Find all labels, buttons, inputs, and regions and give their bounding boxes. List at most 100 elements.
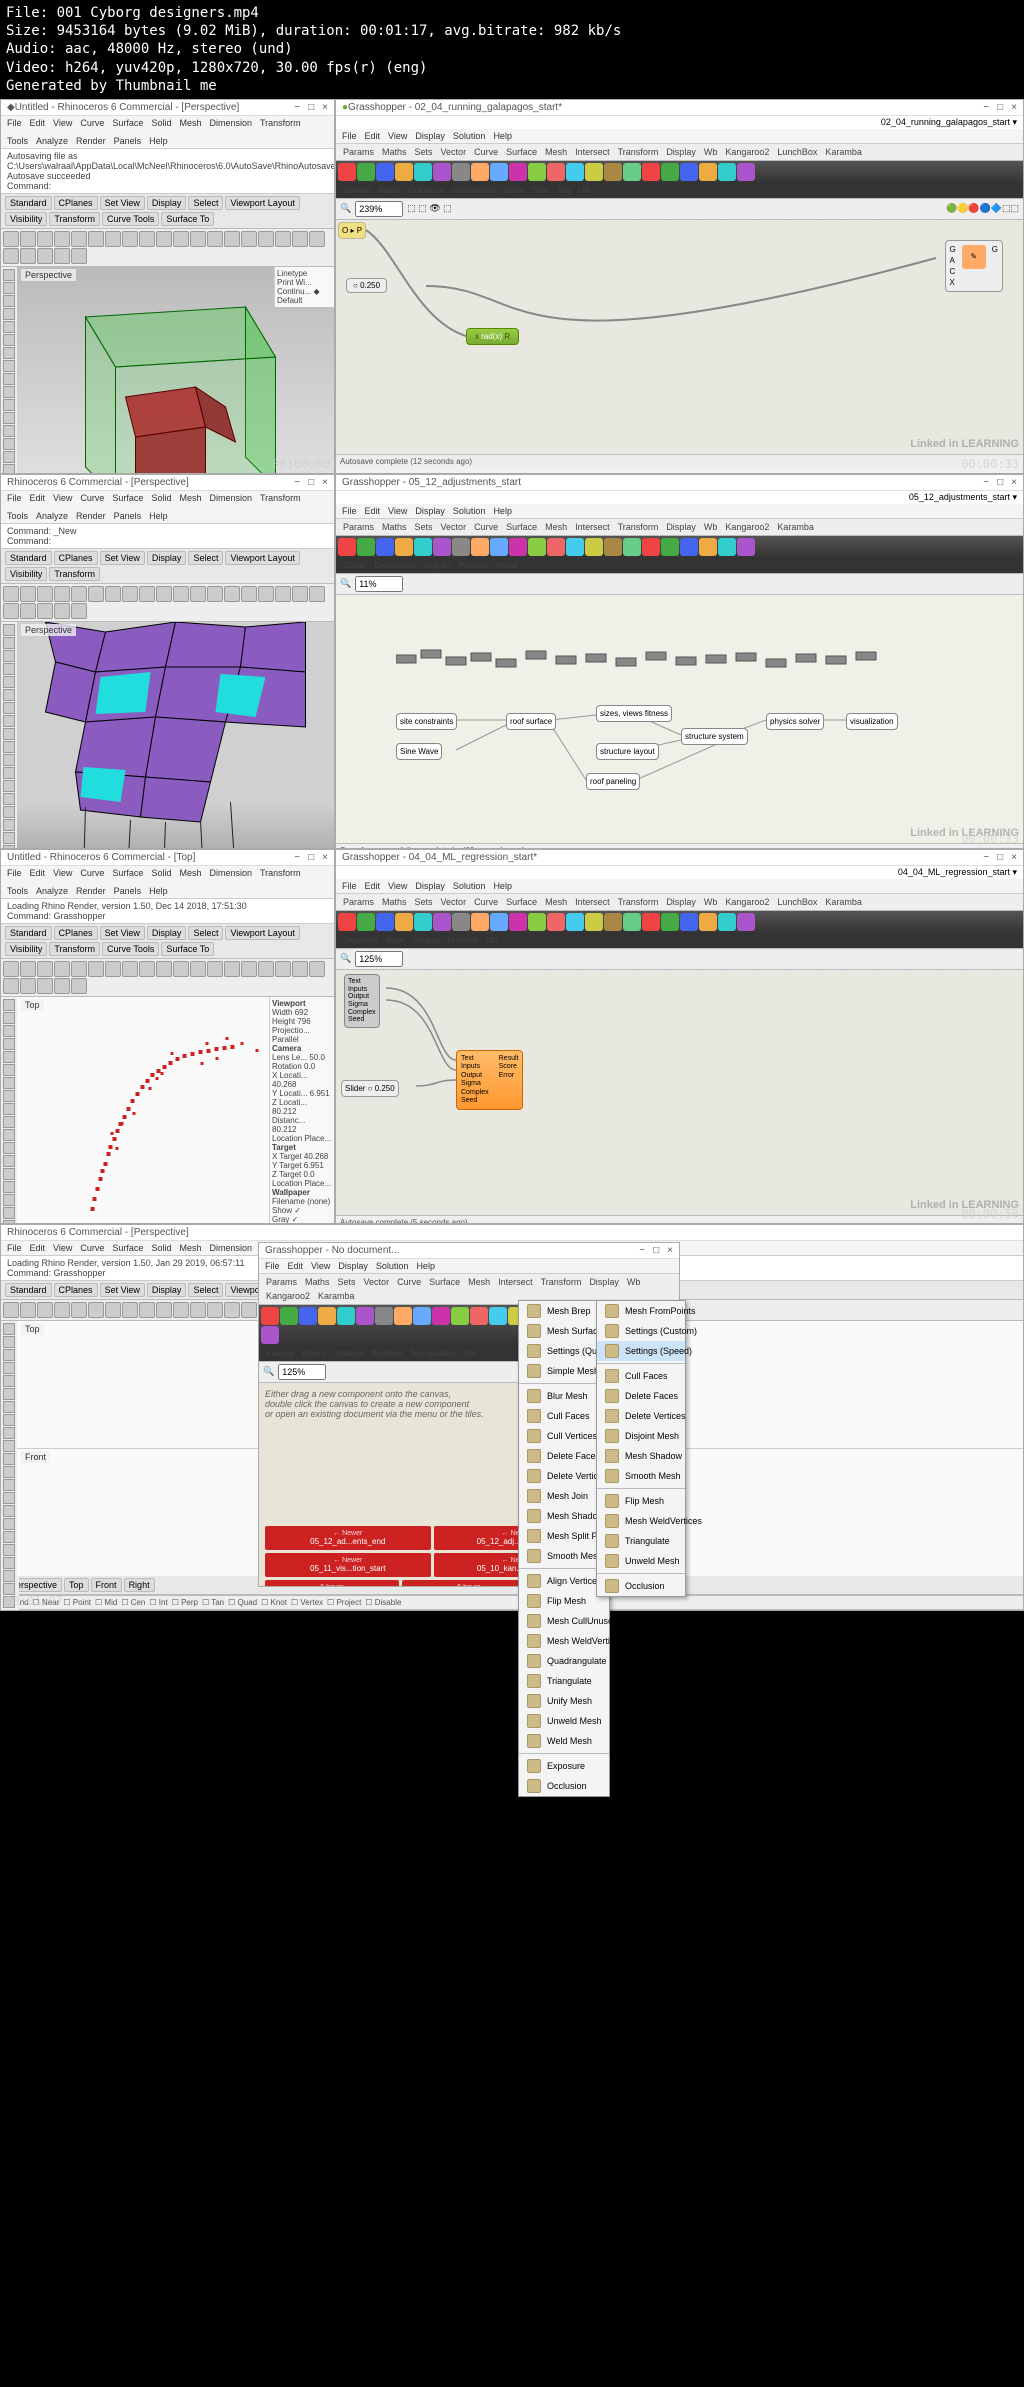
toolbar-button[interactable]: [156, 1302, 172, 1318]
gh-tab[interactable]: Kangaroo2: [263, 1290, 313, 1302]
toolbar-button[interactable]: [3, 1302, 19, 1318]
gh-tab[interactable]: Params: [340, 146, 377, 158]
gh-tab[interactable]: Transform: [615, 146, 662, 158]
toolbar-button[interactable]: [3, 676, 15, 688]
gh-canvas[interactable]: TextInputsOutputSigmaComplexSeed Slider …: [336, 970, 1023, 1215]
toolbar-button[interactable]: [3, 1427, 15, 1439]
toolbar-button[interactable]: [680, 163, 698, 181]
toolbar-button[interactable]: [395, 538, 413, 556]
zoom-input[interactable]: [355, 201, 403, 217]
toolbar-button[interactable]: [3, 741, 15, 753]
gh-tab[interactable]: Transform: [538, 1276, 585, 1288]
toolbar-button[interactable]: [156, 961, 172, 977]
group-label[interactable]: Params: [409, 935, 443, 946]
toolbar-button[interactable]: [3, 1440, 15, 1452]
osnap-check[interactable]: ☐ Knot: [261, 1598, 287, 1607]
menu-item[interactable]: File: [342, 131, 357, 141]
gh-tab[interactable]: Mesh: [542, 146, 570, 158]
menu-item[interactable]: File: [7, 493, 22, 503]
menu-item[interactable]: Quadrangulate: [519, 1651, 609, 1671]
toolbar-button[interactable]: [261, 1307, 279, 1325]
menu-item[interactable]: Edit: [288, 1261, 304, 1271]
toolbar-button[interactable]: [173, 1302, 189, 1318]
toolbar-button[interactable]: [718, 538, 736, 556]
toolbar-button[interactable]: [3, 282, 15, 294]
toolbar-button[interactable]: [173, 231, 189, 247]
node-output[interactable]: O ▸ P: [338, 222, 366, 239]
toolbar-button[interactable]: [3, 832, 15, 844]
menu-item[interactable]: Solution: [376, 1261, 409, 1271]
toolbar-button[interactable]: [452, 913, 470, 931]
toolbar-button[interactable]: [71, 248, 87, 264]
tab[interactable]: Set View: [100, 926, 145, 940]
menu-item[interactable]: View: [388, 881, 407, 891]
menu-item[interactable]: Occlusion: [597, 1576, 685, 1596]
menu-item[interactable]: Render: [76, 886, 106, 896]
menu-item[interactable]: Edit: [365, 506, 381, 516]
group-label[interactable]: Vector: [493, 560, 522, 571]
toolbar-button[interactable]: [3, 1544, 15, 1556]
gh-tab[interactable]: Karamba: [822, 146, 865, 158]
toolbar-button[interactable]: [3, 1012, 15, 1024]
tab[interactable]: Transform: [49, 212, 100, 226]
toolbar-button[interactable]: [566, 163, 584, 181]
toolbar-button[interactable]: [3, 663, 15, 675]
menu-item[interactable]: Solid: [151, 1243, 171, 1253]
menu-item[interactable]: Solution: [453, 881, 486, 891]
tab[interactable]: Set View: [100, 551, 145, 565]
toolbar-button[interactable]: [642, 538, 660, 556]
toolbar-button[interactable]: [3, 1388, 15, 1400]
toolbar-button[interactable]: [71, 586, 87, 602]
tab[interactable]: Curve Tools: [102, 942, 159, 956]
toolbar-button[interactable]: [292, 231, 308, 247]
toolbar-button[interactable]: [585, 538, 603, 556]
gh-tab[interactable]: LunchBox: [774, 896, 820, 908]
tab[interactable]: Set View: [100, 196, 145, 210]
menu-item[interactable]: Edit: [365, 131, 381, 141]
toolbar-button[interactable]: [661, 538, 679, 556]
menu-item[interactable]: Surface: [112, 868, 143, 878]
osnap-check[interactable]: ☐ Tan: [202, 1598, 224, 1607]
toolbar-button[interactable]: [585, 913, 603, 931]
toolbar-button[interactable]: [699, 913, 717, 931]
toolbar-button[interactable]: [3, 999, 15, 1011]
toolbar-button[interactable]: [3, 1155, 15, 1167]
menu-item[interactable]: Delete Faces: [597, 1386, 685, 1406]
menu-item[interactable]: Edit: [30, 118, 46, 128]
toolbar-button[interactable]: [433, 163, 451, 181]
tab[interactable]: Display: [147, 551, 187, 565]
toolbar-button[interactable]: [54, 603, 70, 619]
group-label[interactable]: Geometry: [340, 935, 381, 946]
tab[interactable]: CPlanes: [54, 551, 98, 565]
toolbar-right-icons[interactable]: 🟢🟡🔴🔵🔷⬚⬚: [946, 203, 1019, 214]
menu-item[interactable]: Solution: [453, 506, 486, 516]
toolbar-button[interactable]: [105, 1302, 121, 1318]
number-slider[interactable]: Slider ○ 0.250: [341, 1080, 399, 1097]
toolbar-button[interactable]: [3, 978, 19, 994]
gh-tab[interactable]: Vector: [438, 146, 470, 158]
menu-item[interactable]: Triangulate: [519, 1671, 609, 1691]
tab[interactable]: Transform: [49, 567, 100, 581]
zoom-icon[interactable]: 🔍: [340, 203, 351, 214]
menu-item[interactable]: Help: [149, 511, 168, 521]
toolbar-button[interactable]: [737, 913, 755, 931]
menu-item[interactable]: Panels: [114, 511, 142, 521]
toolbar-button[interactable]: [20, 586, 36, 602]
toolbar-button[interactable]: [275, 961, 291, 977]
toolbar-button[interactable]: [241, 961, 257, 977]
gh-tab[interactable]: Display: [663, 146, 699, 158]
menu-item[interactable]: Analyze: [36, 136, 68, 146]
toolbar-button[interactable]: [3, 1375, 15, 1387]
node-radians[interactable]: x rad(x) R: [466, 328, 519, 345]
toolbar-button[interactable]: [585, 163, 603, 181]
toolbar-button[interactable]: [3, 715, 15, 727]
toolbar-button[interactable]: [88, 231, 104, 247]
menu-item[interactable]: Surface: [112, 1243, 143, 1253]
gh-tab[interactable]: Karamba: [315, 1290, 358, 1302]
menu-item[interactable]: Settings (Custom): [597, 1321, 685, 1341]
toolbar-button[interactable]: [737, 163, 755, 181]
menu-item[interactable]: Help: [493, 506, 512, 516]
component-cluster[interactable]: [396, 645, 896, 695]
toolbar-button[interactable]: [376, 538, 394, 556]
toolbar-button[interactable]: [376, 163, 394, 181]
